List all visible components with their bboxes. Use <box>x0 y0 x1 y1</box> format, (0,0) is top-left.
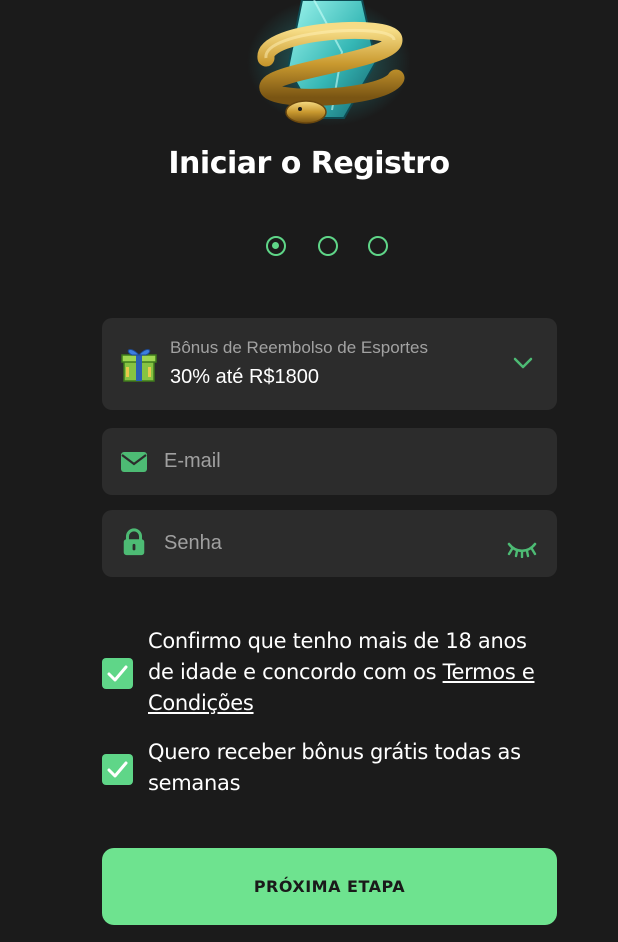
bonus-selector[interactable]: Bônus de Reembolso de Esportes 30% até R… <box>102 318 557 410</box>
bonus-value: 30% até R$1800 <box>170 366 320 388</box>
bonus-label: Bônus de Reembolso de Esportes <box>170 338 428 357</box>
eye-closed-icon[interactable] <box>506 540 538 558</box>
age-terms-checkbox[interactable] <box>102 658 133 689</box>
email-field[interactable] <box>164 446 494 476</box>
step-dot-1-active <box>266 236 286 256</box>
weekly-bonus-checkbox[interactable] <box>102 754 133 785</box>
gift-icon <box>121 349 157 382</box>
password-field-container <box>102 510 557 577</box>
step-indicator <box>266 236 396 262</box>
lock-icon <box>123 528 145 556</box>
next-step-button[interactable]: PRÓXIMA ETAPA <box>102 848 557 925</box>
page-title: Iniciar o Registro <box>168 146 450 181</box>
checkmark-icon <box>107 665 128 682</box>
weekly-bonus-text: Quero receber bônus grátis todas as sema… <box>148 740 521 795</box>
snake-crystal-illustration <box>247 0 411 126</box>
envelope-icon <box>121 452 147 472</box>
step-dot-2 <box>318 236 338 256</box>
chevron-down-icon[interactable] <box>512 354 534 372</box>
step-dot-3 <box>368 236 388 256</box>
password-field[interactable] <box>164 528 494 558</box>
age-terms-text: Confirmo que tenho mais de 18 anos de id… <box>148 626 558 719</box>
checkmark-icon <box>107 761 128 778</box>
email-field-container <box>102 428 557 495</box>
